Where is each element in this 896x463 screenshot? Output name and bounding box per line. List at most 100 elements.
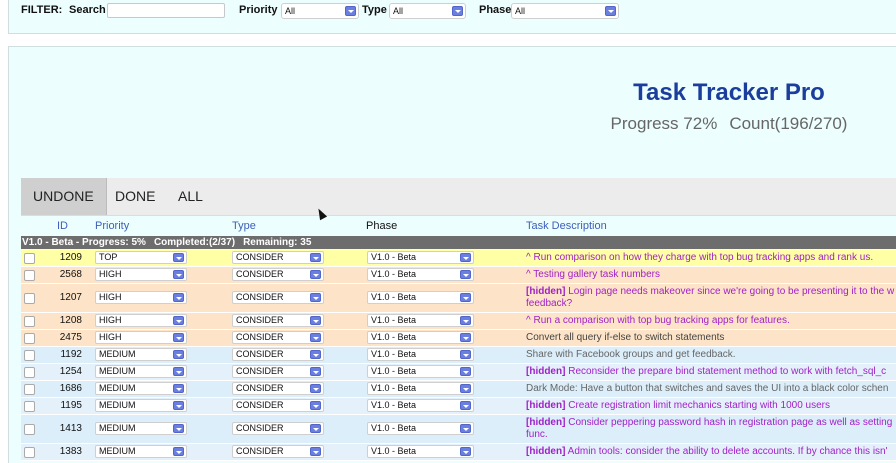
column-header-phase[interactable]: Phase bbox=[366, 220, 397, 232]
type-select[interactable]: CONSIDER bbox=[232, 365, 324, 378]
column-header-priority[interactable]: Priority bbox=[95, 220, 129, 232]
search-input[interactable] bbox=[107, 3, 225, 18]
table-row[interactable]: 1686 MEDIUM CONSIDER V1.0 - Beta Dark Mo… bbox=[21, 381, 896, 398]
chevron-down-icon bbox=[460, 293, 471, 302]
task-description[interactable]: Convert all query if-else to switch stat… bbox=[526, 332, 896, 344]
phase-select[interactable]: V1.0 - Beta bbox=[367, 291, 474, 304]
table-row[interactable]: 1207 HIGH CONSIDER V1.0 - Beta [hidden] … bbox=[21, 284, 896, 313]
row-checkbox[interactable] bbox=[24, 350, 35, 361]
row-checkbox[interactable] bbox=[24, 401, 35, 412]
table-row[interactable]: 2475 HIGH CONSIDER V1.0 - Beta Convert a… bbox=[21, 330, 896, 347]
priority-value: HIGH bbox=[99, 292, 122, 302]
priority-filter-value: All bbox=[285, 6, 296, 16]
row-checkbox[interactable] bbox=[24, 316, 35, 327]
priority-select[interactable]: HIGH bbox=[95, 331, 187, 344]
task-description[interactable]: ^ Run comparison on how they charge with… bbox=[526, 252, 896, 264]
type-select[interactable]: CONSIDER bbox=[232, 399, 324, 412]
chevron-down-icon bbox=[310, 401, 321, 410]
phase-select[interactable]: V1.0 - Beta bbox=[367, 331, 474, 344]
phase-select[interactable]: V1.0 - Beta bbox=[367, 399, 474, 412]
hidden-tag: [hidden] bbox=[526, 286, 566, 297]
row-checkbox[interactable] bbox=[24, 333, 35, 344]
type-value: CONSIDER bbox=[236, 446, 284, 456]
type-filter-select[interactable]: All bbox=[389, 3, 466, 19]
type-select[interactable]: CONSIDER bbox=[232, 268, 324, 281]
table-row[interactable]: 1209 TOP CONSIDER V1.0 - Beta ^ Run comp… bbox=[21, 250, 896, 267]
phase-select[interactable]: V1.0 - Beta bbox=[367, 382, 474, 395]
priority-select[interactable]: TOP bbox=[95, 251, 187, 264]
type-select[interactable]: CONSIDER bbox=[232, 314, 324, 327]
row-checkbox[interactable] bbox=[24, 447, 35, 458]
chevron-down-icon bbox=[460, 367, 471, 376]
tab-undone[interactable]: UNDONE bbox=[21, 178, 107, 215]
priority-value: TOP bbox=[99, 252, 118, 262]
task-description[interactable]: Dark Mode: Have a button that switches a… bbox=[526, 383, 896, 395]
priority-select[interactable]: MEDIUM bbox=[95, 365, 187, 378]
row-checkbox[interactable] bbox=[24, 384, 35, 395]
priority-select[interactable]: HIGH bbox=[95, 291, 187, 304]
row-checkbox[interactable] bbox=[24, 270, 35, 281]
priority-select[interactable]: MEDIUM bbox=[95, 422, 187, 435]
row-checkbox[interactable] bbox=[24, 424, 35, 435]
phase-select[interactable]: V1.0 - Beta bbox=[367, 348, 474, 361]
priority-select[interactable]: HIGH bbox=[95, 314, 187, 327]
row-id: 1195 bbox=[60, 400, 82, 411]
priority-select[interactable]: MEDIUM bbox=[95, 382, 187, 395]
row-id: 1254 bbox=[59, 366, 82, 377]
type-select[interactable]: CONSIDER bbox=[232, 445, 324, 458]
phase-value: V1.0 - Beta bbox=[371, 366, 417, 376]
phase-select[interactable]: V1.0 - Beta bbox=[367, 422, 474, 435]
priority-select[interactable]: HIGH bbox=[95, 268, 187, 281]
phase-select[interactable]: V1.0 - Beta bbox=[367, 251, 474, 264]
type-select[interactable]: CONSIDER bbox=[232, 331, 324, 344]
type-select[interactable]: CONSIDER bbox=[232, 348, 324, 361]
chevron-down-icon bbox=[310, 447, 321, 456]
row-checkbox[interactable] bbox=[24, 367, 35, 378]
chevron-down-icon bbox=[173, 401, 184, 410]
phase-filter-select[interactable]: All bbox=[511, 3, 619, 19]
phase-select[interactable]: V1.0 - Beta bbox=[367, 314, 474, 327]
priority-select[interactable]: MEDIUM bbox=[95, 445, 187, 458]
task-description[interactable]: ^ Run a comparison with top bug tracking… bbox=[526, 315, 896, 327]
table-row[interactable]: 1192 MEDIUM CONSIDER V1.0 - Beta Share w… bbox=[21, 347, 896, 364]
table-row[interactable]: 1208 HIGH CONSIDER V1.0 - Beta ^ Run a c… bbox=[21, 313, 896, 330]
type-select[interactable]: CONSIDER bbox=[232, 251, 324, 264]
task-description[interactable]: [hidden] Admin tools: consider the abili… bbox=[526, 446, 896, 458]
chevron-down-icon bbox=[452, 6, 463, 16]
type-select[interactable]: CONSIDER bbox=[232, 422, 324, 435]
phase-value: V1.0 - Beta bbox=[371, 400, 417, 410]
phase-select[interactable]: V1.0 - Beta bbox=[367, 268, 474, 281]
task-description[interactable]: [hidden] Reconsider the prepare bind sta… bbox=[526, 366, 896, 378]
table-row[interactable]: 1413 MEDIUM CONSIDER V1.0 - Beta [hidden… bbox=[21, 415, 896, 444]
priority-filter-select[interactable]: All bbox=[281, 3, 359, 19]
phase-select[interactable]: V1.0 - Beta bbox=[367, 445, 474, 458]
row-checkbox[interactable] bbox=[24, 293, 35, 304]
table-row[interactable]: 1195 MEDIUM CONSIDER V1.0 - Beta [hidden… bbox=[21, 398, 896, 415]
type-filter-value: All bbox=[393, 6, 404, 16]
task-description[interactable]: Share with Facebook groups and get feedb… bbox=[526, 349, 896, 361]
table-row[interactable]: 2568 HIGH CONSIDER V1.0 - Beta ^ Testing… bbox=[21, 267, 896, 284]
table-row[interactable]: 1383 MEDIUM CONSIDER V1.0 - Beta [hidden… bbox=[21, 444, 896, 461]
task-description[interactable]: [hidden] Create registration limit mecha… bbox=[526, 400, 896, 412]
priority-select[interactable]: MEDIUM bbox=[95, 348, 187, 361]
chevron-down-icon bbox=[310, 270, 321, 279]
chevron-down-icon bbox=[173, 293, 184, 302]
row-checkbox[interactable] bbox=[24, 253, 35, 264]
chevron-down-icon bbox=[310, 367, 321, 376]
type-select[interactable]: CONSIDER bbox=[232, 291, 324, 304]
main-panel: Task Tracker Pro Progress 72% Count(196/2… bbox=[8, 46, 896, 463]
column-header-type[interactable]: Type bbox=[232, 220, 256, 232]
table-row[interactable]: 1254 MEDIUM CONSIDER V1.0 - Beta [hidden… bbox=[21, 364, 896, 381]
tab-done[interactable]: DONE bbox=[103, 178, 167, 215]
task-description[interactable]: ^ Testing gallery task numbers bbox=[526, 269, 896, 281]
type-value: CONSIDER bbox=[236, 252, 284, 262]
task-description[interactable]: [hidden] Consider peppering password has… bbox=[526, 417, 896, 441]
priority-select[interactable]: MEDIUM bbox=[95, 399, 187, 412]
tab-all[interactable]: ALL bbox=[166, 178, 215, 215]
phase-select[interactable]: V1.0 - Beta bbox=[367, 365, 474, 378]
filter-bar: FILTER: Search Priority All Type All Pha… bbox=[8, 0, 896, 34]
type-select[interactable]: CONSIDER bbox=[232, 382, 324, 395]
task-description[interactable]: [hidden] Login page needs makeover since… bbox=[526, 286, 896, 310]
column-header-description[interactable]: Task Description bbox=[526, 220, 607, 232]
column-header-id[interactable]: ID bbox=[57, 220, 68, 232]
